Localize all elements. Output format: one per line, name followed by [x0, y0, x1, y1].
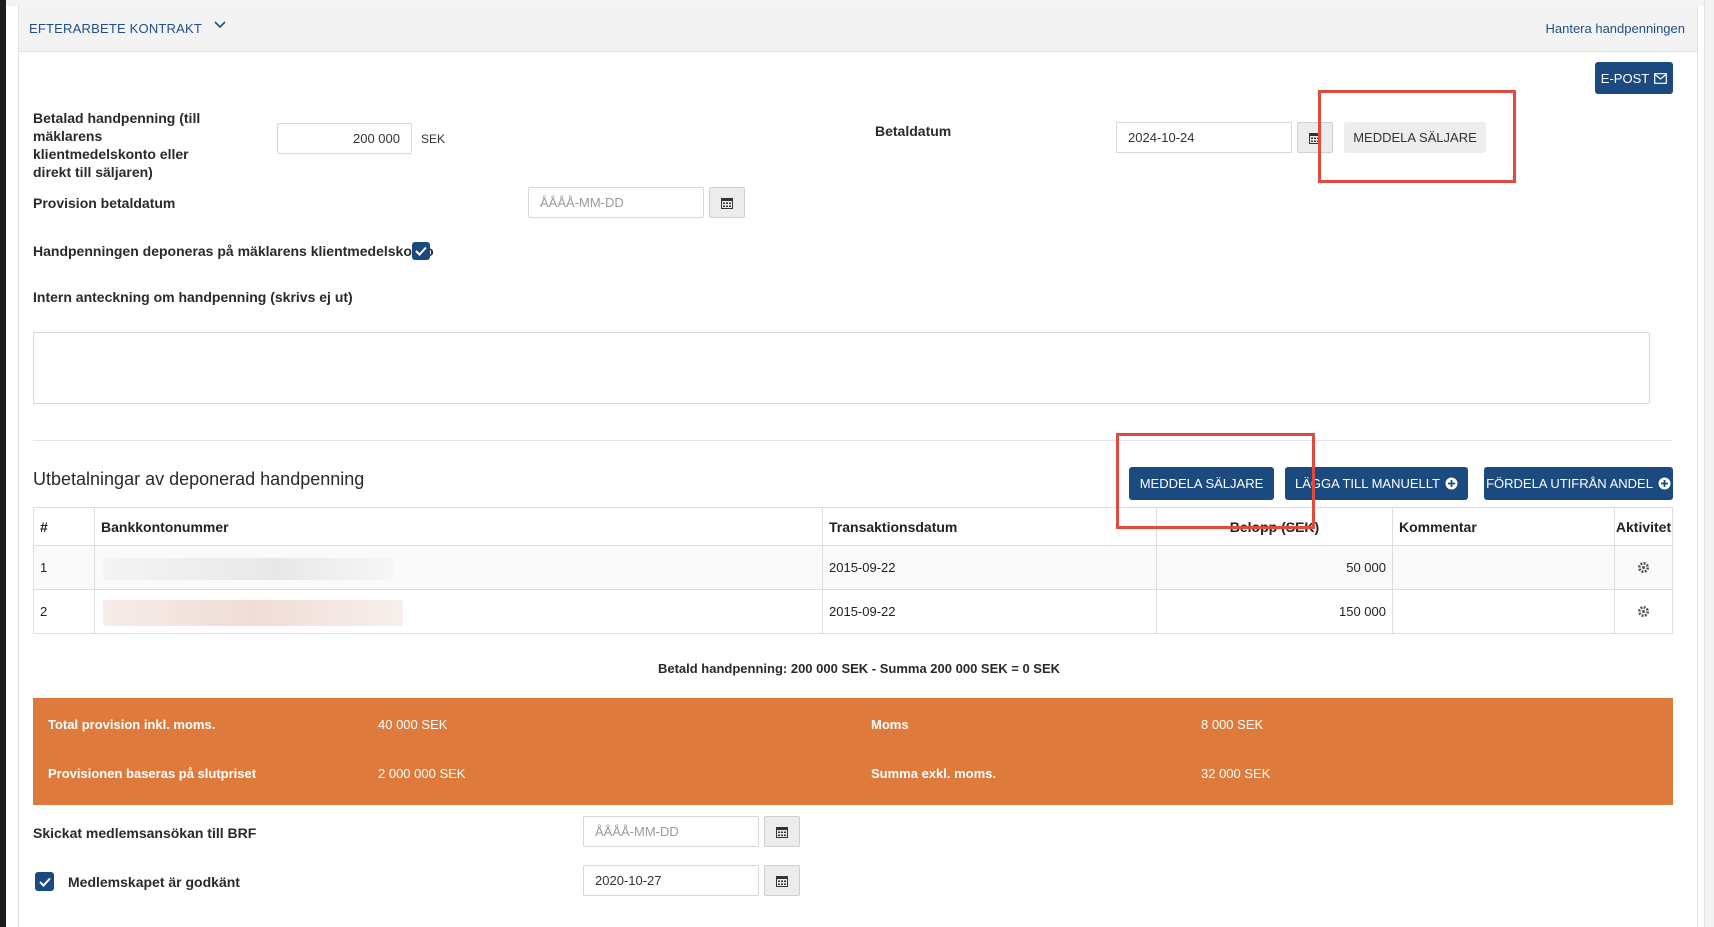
- email-button[interactable]: E-POST: [1595, 62, 1673, 94]
- row-amount: 50 000: [1156, 545, 1393, 590]
- plus-circle-icon: [1658, 477, 1671, 490]
- commission-panel: Total provision inkl. moms. 40 000 SEK M…: [33, 698, 1673, 805]
- calendar-icon: [776, 826, 788, 838]
- note-label: Intern anteckning om handpenning (skrivs…: [33, 289, 353, 305]
- redacted-account: [103, 558, 393, 580]
- section-divider: [33, 440, 1673, 441]
- col-header-activity: Aktivitet: [1614, 507, 1673, 546]
- gear-icon[interactable]: [1637, 605, 1650, 618]
- payouts-title: Utbetalningar av deponerad handpenning: [33, 469, 365, 489]
- currency-unit: SEK: [421, 132, 446, 146]
- highlight-box-top: [1318, 90, 1516, 183]
- row-account: [94, 545, 823, 590]
- note-textarea[interactable]: [33, 332, 1650, 404]
- row-activity: [1614, 589, 1673, 634]
- row-comment: [1392, 545, 1615, 590]
- pay-date-input[interactable]: 2024-10-24: [1116, 122, 1292, 153]
- deposited-checkbox[interactable]: [412, 242, 430, 260]
- row-account: [94, 589, 823, 634]
- panel-header: EFTERARBETE KONTRAKT Hantera handpenning…: [19, 6, 1697, 52]
- email-button-label: E-POST: [1600, 70, 1650, 86]
- deposited-label: Handpenningen deponeras på mäklarens kli…: [33, 243, 434, 259]
- envelope-icon: [1654, 72, 1668, 84]
- total-commission-label: Total provision inkl. moms.: [48, 717, 216, 732]
- commission-date-label: Provision betaldatum: [33, 195, 176, 211]
- membership-approved-date-input[interactable]: 2020-10-27: [583, 865, 759, 896]
- chevron-down-icon[interactable]: [212, 17, 228, 33]
- contract-panel: EFTERARBETE KONTRAKT Hantera handpenning…: [18, 6, 1698, 927]
- calendar-icon: [776, 875, 788, 887]
- commission-based-value: 2 000 000 SEK: [378, 766, 466, 781]
- membership-approved-calendar-button[interactable]: [764, 865, 800, 896]
- row-comment: [1392, 589, 1615, 634]
- plus-circle-icon: [1445, 477, 1458, 490]
- col-header-account: Bankkontonummer: [94, 507, 823, 546]
- sum-excl-vat-value: 32 000 SEK: [1201, 766, 1271, 781]
- membership-sent-calendar-button[interactable]: [764, 816, 800, 847]
- checkmark-icon: [415, 246, 427, 256]
- gear-icon[interactable]: [1637, 561, 1650, 574]
- commission-based-label: Provisionen baseras på slutpriset: [48, 766, 257, 781]
- row-date: 2015-09-22: [822, 545, 1157, 590]
- sum-excl-vat-label: Summa exkl. moms.: [871, 766, 996, 781]
- distribute-label: FÖRDELA UTIFRÅN ANDEL: [1486, 476, 1653, 491]
- redacted-account: [103, 600, 403, 626]
- total-commission-value: 40 000 SEK: [378, 717, 448, 732]
- panel-title[interactable]: EFTERARBETE KONTRAKT: [29, 21, 202, 36]
- col-header-date: Transaktionsdatum: [822, 507, 1157, 546]
- highlight-box-payouts: [1116, 433, 1315, 529]
- checkmark-icon: [38, 877, 51, 887]
- row-activity: [1614, 545, 1673, 590]
- row-date: 2015-09-22: [822, 589, 1157, 634]
- commission-date-input[interactable]: ÅÅÅÅ-MM-DD: [528, 187, 704, 218]
- calendar-icon: [721, 197, 733, 209]
- membership-sent-label: Skickat medlemsansökan till BRF: [33, 825, 257, 841]
- add-manual-label: LÄGGA TILL MANUELLT: [1295, 476, 1440, 491]
- paid-deposit-label: Betalad handpenning (till mäklarens klie…: [33, 110, 201, 180]
- vat-label: Moms: [871, 717, 909, 732]
- row-amount: 150 000: [1156, 589, 1393, 634]
- col-header-comment: Kommentar: [1392, 507, 1615, 546]
- row-index: 1: [33, 545, 95, 590]
- membership-approved-label: Medlemskapet är godkänt: [68, 874, 240, 890]
- commission-date-calendar-button[interactable]: [709, 187, 745, 218]
- col-header-index: #: [33, 507, 95, 546]
- membership-sent-input[interactable]: ÅÅÅÅ-MM-DD: [583, 816, 759, 847]
- manage-deposit-link[interactable]: Hantera handpenningen: [1545, 21, 1685, 36]
- scrollbar-track[interactable]: [1704, 0, 1714, 927]
- window-edge-left: [0, 0, 6, 927]
- deposit-summary: Betald handpenning: 200 000 SEK - Summa …: [657, 661, 1061, 676]
- row-index: 2: [33, 589, 95, 634]
- membership-approved-checkbox[interactable]: [35, 872, 54, 891]
- vat-value: 8 000 SEK: [1201, 717, 1264, 732]
- paid-deposit-input[interactable]: 200 000: [277, 123, 412, 154]
- distribute-button[interactable]: FÖRDELA UTIFRÅN ANDEL: [1484, 467, 1673, 500]
- pay-date-label: Betaldatum: [875, 123, 952, 139]
